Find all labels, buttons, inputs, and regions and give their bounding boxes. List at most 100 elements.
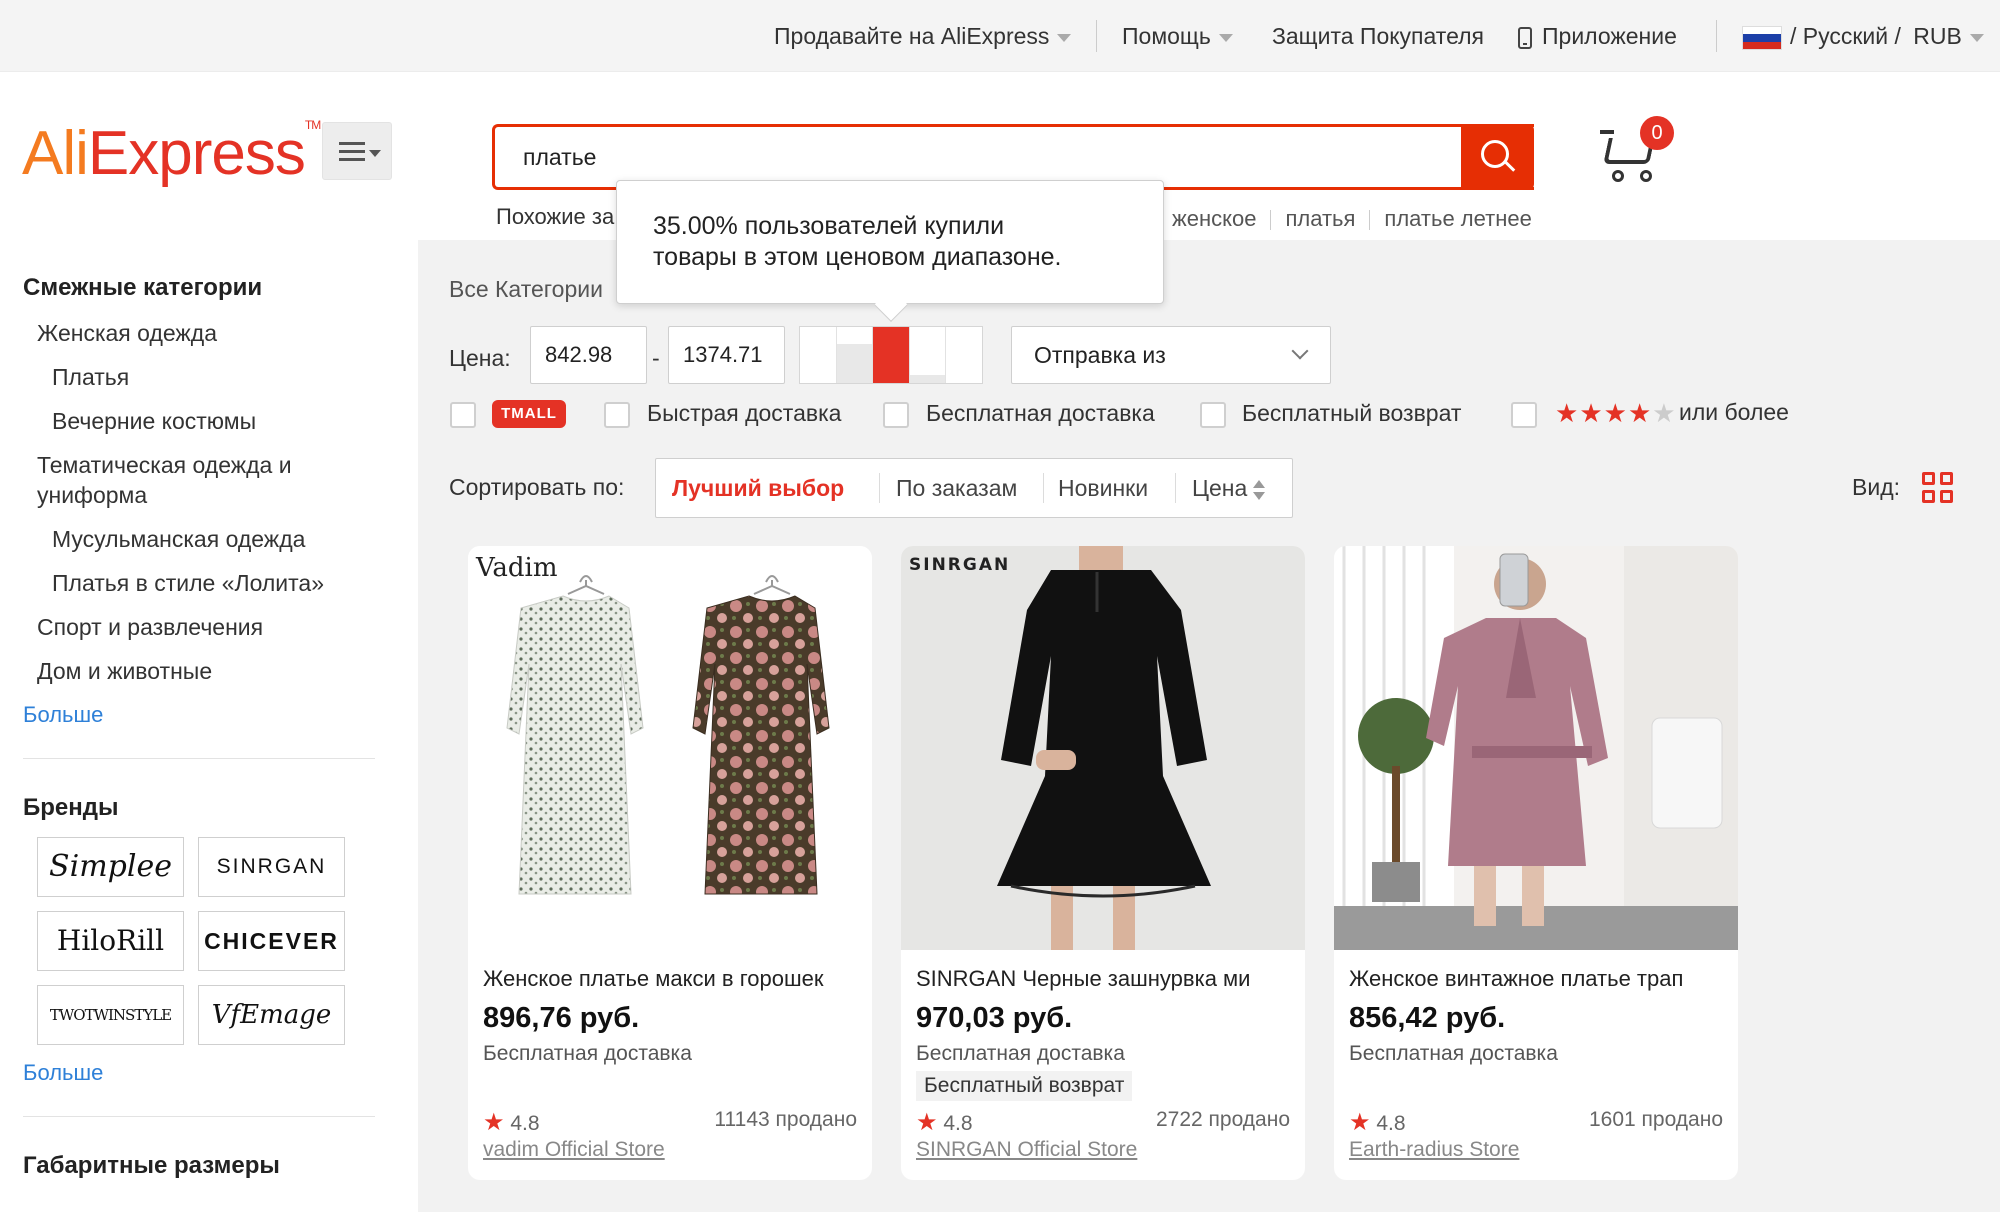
brand-simplee[interactable]: Simplee [37, 837, 184, 897]
search-button[interactable] [1461, 124, 1534, 190]
cart-wheel-icon [1640, 170, 1652, 182]
sidebar-category[interactable]: Вечерние костюмы [52, 408, 256, 435]
price-label: Цена: [449, 345, 511, 371]
product-shipping: Бесплатная доставка [483, 1042, 692, 1065]
related-link[interactable]: платье летнее [1384, 206, 1531, 231]
sell-on-aliexpress-menu[interactable]: Продавайте на AliExpress [774, 0, 1072, 72]
sidebar-category[interactable]: Тематическая одежда и [37, 452, 292, 479]
brands-more-link[interactable]: Больше [23, 1060, 103, 1086]
histogram-bar[interactable] [873, 327, 910, 383]
product-sold-count: 2722 продано [1155, 1108, 1290, 1131]
histogram-bar[interactable] [909, 327, 947, 383]
brand-mark: Vadim [475, 553, 558, 583]
free-shipping-label[interactable]: Бесплатная доставка [926, 400, 1155, 427]
app-link[interactable]: Приложение [1518, 0, 1677, 72]
rating-value: 4.8 [943, 1112, 973, 1135]
store-link[interactable]: vadim Official Store [483, 1138, 665, 1162]
product-card[interactable]: SINRGAN SINRGAN Черные зашнурвка ми 970,… [901, 546, 1305, 1180]
free-return-checkbox[interactable] [1200, 402, 1226, 428]
histogram-bar[interactable] [836, 327, 874, 383]
cart-icon-handle [1600, 130, 1614, 134]
hamburger-icon [339, 142, 365, 162]
all-categories-breadcrumb[interactable]: Все Категории [449, 276, 603, 303]
sort-newest[interactable]: Новинки [1058, 459, 1148, 517]
ship-from-label: Отправка из [1034, 342, 1166, 368]
brand-vfemage[interactable]: VfEmage [198, 985, 345, 1045]
product-title[interactable]: Женское платье макси в горошек [483, 966, 861, 992]
russia-flag-icon [1742, 25, 1782, 50]
store-link[interactable]: Earth-radius Store [1349, 1138, 1519, 1162]
search-icon-handle [1504, 161, 1516, 172]
grid-view-icon[interactable] [1922, 472, 1954, 504]
chevron-down-icon [1969, 33, 1984, 42]
price-min-input[interactable]: 842.98 [530, 326, 647, 384]
fast-delivery-label[interactable]: Быстрая доставка [647, 400, 841, 427]
brand-chicever[interactable]: CHICEVER [198, 911, 345, 971]
sort-label: Сортировать по: [449, 474, 625, 500]
related-searches: женское платья платье летнее [1172, 206, 1532, 232]
categories-more-link[interactable]: Больше [23, 702, 103, 728]
product-rating: ★ 4.8 [916, 1108, 973, 1137]
product-card[interactable]: Женское винтажное платье трап 856,42 руб… [1334, 546, 1738, 1180]
product-image[interactable] [1334, 546, 1738, 950]
rating-stars: ★★★★★ [1555, 398, 1677, 429]
price-max-input[interactable]: 1374.71 [668, 326, 785, 384]
rating-value: 4.8 [510, 1112, 540, 1135]
sort-best-match[interactable]: Лучший выбор [672, 459, 844, 517]
sidebar-category[interactable]: Мусульманская одежда [52, 526, 305, 553]
sidebar-category[interactable]: Женская одежда [37, 320, 217, 347]
product-rating: ★ 4.8 [1349, 1108, 1406, 1137]
aliexpress-logo[interactable]: AliExpressTM [22, 118, 321, 189]
histogram-bar-fill [836, 343, 873, 383]
price-range-tooltip: 35.00% пользователей купили товары в это… [616, 180, 1164, 322]
histogram-bar[interactable] [800, 327, 837, 383]
search-input[interactable] [495, 127, 1534, 187]
help-menu[interactable]: Помощь [1122, 0, 1233, 72]
fast-delivery-checkbox[interactable] [604, 402, 630, 428]
sidebar: Смежные категории Женская одежда Платья … [0, 240, 418, 1212]
sort-options: Лучший выбор По заказам Новинки Цена [655, 458, 1293, 518]
sidebar-category[interactable]: Платья [52, 364, 129, 391]
sidebar-category[interactable]: Дом и животные [37, 658, 212, 685]
product-title[interactable]: Женское винтажное платье трап [1349, 966, 1727, 992]
ship-from-select[interactable]: Отправка из [1011, 326, 1331, 384]
star-icon: ★ [1349, 1109, 1371, 1136]
logo-tm: TM [304, 118, 321, 132]
free-shipping-checkbox[interactable] [883, 402, 909, 428]
phone-icon [1518, 26, 1532, 49]
product-sold-count: 1601 продано [1588, 1108, 1723, 1131]
rating-checkbox[interactable] [1511, 402, 1537, 428]
brand-sinrgan[interactable]: SINRGAN [198, 837, 345, 897]
rating-more-label[interactable]: или более [1679, 399, 1789, 426]
sidebar-category[interactable]: униформа [37, 482, 147, 509]
histogram-bar[interactable] [946, 327, 982, 383]
sidebar-category[interactable]: Платья в стиле «Лолита» [52, 570, 324, 597]
cart-wheel-icon [1612, 170, 1624, 182]
store-link[interactable]: SINRGAN Official Store [916, 1138, 1137, 1162]
product-card[interactable]: Vadim Женское платье макси в горошек 896… [468, 546, 872, 1180]
buyer-protection-link[interactable]: Защита Покупателя [1272, 0, 1484, 72]
link-separator [1270, 210, 1272, 231]
free-return-label[interactable]: Бесплатный возврат [1242, 400, 1461, 427]
brand-mark: SINRGAN [909, 555, 1010, 575]
related-link[interactable]: женское [1172, 206, 1256, 231]
product-image[interactable]: Vadim [468, 546, 872, 950]
product-title[interactable]: SINRGAN Черные зашнурвка ми [916, 966, 1294, 992]
view-label: Вид: [1852, 474, 1900, 500]
locale-menu[interactable]: / Русский / RUB [1742, 0, 1984, 72]
product-image[interactable]: SINRGAN [901, 546, 1305, 950]
brand-hilorill[interactable]: HiloRill [37, 911, 184, 971]
sort-price[interactable]: Цена [1192, 459, 1266, 517]
sort-separator [1175, 473, 1176, 503]
sidebar-category[interactable]: Спорт и развлечения [37, 614, 263, 641]
language-label: / Русский / [1790, 23, 1901, 49]
top-separator [1716, 20, 1717, 52]
price-histogram[interactable] [799, 326, 983, 384]
sort-orders[interactable]: По заказам [896, 459, 1017, 517]
related-link[interactable]: платья [1285, 206, 1355, 231]
categories-menu-button[interactable] [322, 122, 392, 180]
tmall-checkbox[interactable] [450, 402, 476, 428]
star-icon: ★ [1579, 398, 1604, 428]
brands-title: Бренды [23, 794, 119, 821]
brand-twotwinstyle[interactable]: TWOTWINSTYLE [37, 985, 184, 1045]
